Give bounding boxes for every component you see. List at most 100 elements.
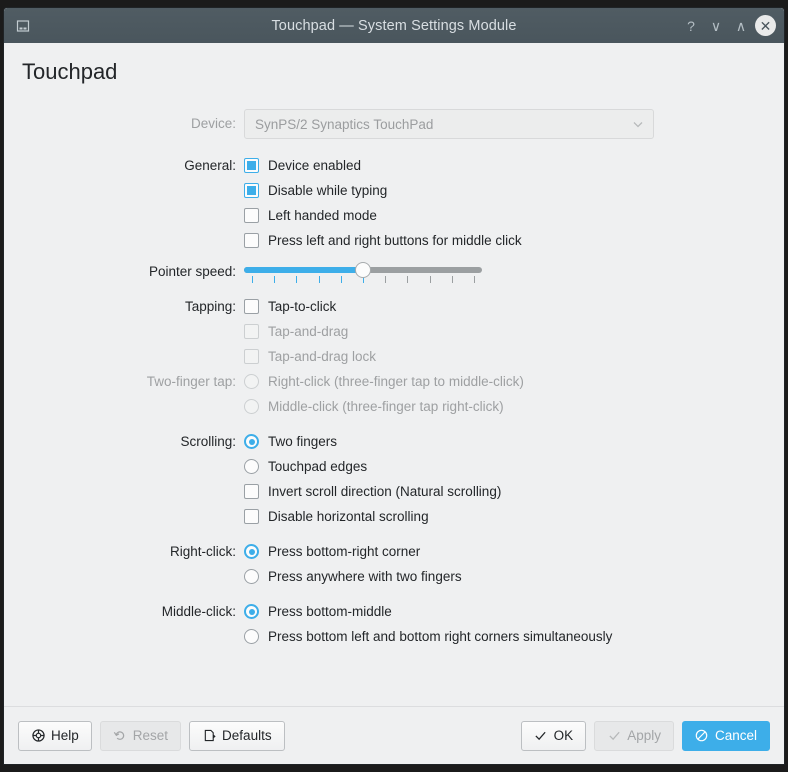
tapping-label: Tapping: (184, 299, 236, 314)
middle-click-row: Middle-click: Press bottom-middle Press … (4, 599, 784, 649)
radio-indicator (244, 459, 259, 474)
option-label: Middle-click (three-finger tap right-cli… (268, 399, 504, 414)
slider-tick (407, 276, 408, 283)
page-title: Touchpad (22, 59, 118, 84)
apply-button-label: Apply (627, 728, 661, 743)
checkbox-disable-while-typing[interactable]: Disable while typing (244, 178, 784, 203)
radio-indicator (244, 374, 259, 389)
pointer-speed-slider[interactable] (244, 262, 482, 284)
checkbox-tap-and-drag-lock: Tap-and-drag lock (244, 344, 784, 369)
checkbox-indicator (244, 349, 259, 364)
radio-middle-click-bottom-middle[interactable]: Press bottom-middle (244, 599, 784, 624)
radio-indicator (244, 569, 259, 584)
option-label: Invert scroll direction (Natural scrolli… (268, 484, 502, 499)
middle-click-label: Middle-click: (161, 604, 236, 619)
right-click-options: Press bottom-right corner Press anywhere… (244, 539, 784, 589)
radio-middle-click-both-corners[interactable]: Press bottom left and bottom right corne… (244, 624, 784, 649)
checkbox-tap-to-click[interactable]: Tap-to-click (244, 294, 784, 319)
ok-button[interactable]: OK (520, 720, 587, 751)
slider-handle[interactable] (355, 262, 371, 278)
radio-indicator (244, 434, 259, 449)
maximize-icon[interactable]: ∧ (730, 15, 752, 37)
checkbox-indicator (244, 233, 259, 248)
scrolling-options: Two fingers Touchpad edges Invert scroll… (244, 429, 784, 529)
touchpad-icon (14, 17, 32, 35)
option-label: Touchpad edges (268, 459, 368, 474)
slider-tick (296, 276, 297, 283)
checkbox-indicator (244, 158, 259, 173)
defaults-button-label: Defaults (222, 728, 272, 743)
option-label: Tap-and-drag (268, 324, 349, 339)
checkbox-tap-and-drag: Tap-and-drag (244, 319, 784, 344)
checkbox-left-handed-mode[interactable]: Left handed mode (244, 203, 784, 228)
defaults-button[interactable]: Defaults (189, 720, 285, 751)
settings-form: Device: SynPS/2 Synaptics TouchPad Gener… (4, 109, 784, 649)
cancel-button-label: Cancel (714, 728, 757, 743)
cancel-button[interactable]: Cancel (681, 720, 770, 751)
lifebuoy-icon (31, 729, 45, 743)
minimize-icon[interactable]: ∨ (705, 15, 727, 37)
general-options: Device enabled Disable while typing Left… (244, 153, 784, 253)
check-icon (607, 729, 621, 743)
general-label: General: (184, 158, 236, 173)
slider-tick (452, 276, 453, 283)
radio-indicator (244, 544, 259, 559)
slider-fill (244, 267, 363, 273)
settings-window: Touchpad — System Settings Module ? ∨ ∧ … (4, 8, 784, 764)
cancel-icon (695, 729, 709, 743)
checkbox-indicator (244, 208, 259, 223)
window-controls: ? ∨ ∧ ✕ (680, 15, 776, 37)
option-label: Disable horizontal scrolling (268, 509, 429, 524)
radio-scroll-two-fingers[interactable]: Two fingers (244, 429, 784, 454)
right-click-row: Right-click: Press bottom-right corner P… (4, 539, 784, 589)
checkbox-invert-scroll-direction[interactable]: Invert scroll direction (Natural scrolli… (244, 479, 784, 504)
device-select[interactable]: SynPS/2 Synaptics TouchPad (244, 109, 654, 139)
pointer-speed-label: Pointer speed: (148, 264, 236, 279)
device-select-value: SynPS/2 Synaptics TouchPad (255, 116, 434, 132)
radio-two-finger-middle-click: Middle-click (three-finger tap right-cli… (244, 394, 784, 419)
general-row: General: Device enabled Disable while ty… (4, 153, 784, 253)
reset-button: Reset (99, 720, 182, 751)
window-title: Touchpad — System Settings Module (271, 17, 517, 34)
radio-indicator (244, 629, 259, 644)
radio-scroll-touchpad-edges[interactable]: Touchpad edges (244, 454, 784, 479)
option-label: Press bottom left and bottom right corne… (268, 629, 613, 644)
option-label: Press left and right buttons for middle … (268, 233, 522, 248)
pointer-speed-row: Pointer speed: (4, 262, 784, 284)
scrolling-label: Scrolling: (180, 434, 236, 449)
undo-icon (113, 729, 127, 743)
option-label: Disable while typing (268, 183, 388, 198)
two-finger-tap-label: Two-finger tap: (146, 374, 236, 389)
checkbox-middle-click-emulation[interactable]: Press left and right buttons for middle … (244, 228, 784, 253)
checkbox-device-enabled[interactable]: Device enabled (244, 153, 784, 178)
middle-click-options: Press bottom-middle Press bottom left an… (244, 599, 784, 649)
slider-tick (474, 276, 475, 283)
checkbox-indicator (244, 299, 259, 314)
slider-tick (319, 276, 320, 283)
radio-right-click-two-fingers[interactable]: Press anywhere with two fingers (244, 564, 784, 589)
device-row: Device: SynPS/2 Synaptics TouchPad (4, 109, 784, 139)
tapping-options: Tap-to-click Tap-and-drag Tap-and-drag l… (244, 294, 784, 369)
option-label: Press bottom-middle (268, 604, 392, 619)
window-titlebar: Touchpad — System Settings Module ? ∨ ∧ … (4, 8, 784, 43)
chevron-down-icon (631, 117, 645, 131)
help-window-button[interactable]: ? (680, 15, 702, 37)
checkbox-indicator (244, 183, 259, 198)
radio-indicator (244, 604, 259, 619)
close-icon[interactable]: ✕ (755, 15, 776, 36)
help-button-label: Help (51, 728, 79, 743)
dialog-button-bar: Help Reset Defaults OK Apply Cancel (4, 707, 784, 764)
option-label: Left handed mode (268, 208, 377, 223)
radio-right-click-bottom-right[interactable]: Press bottom-right corner (244, 539, 784, 564)
document-revert-icon (202, 729, 216, 743)
checkbox-disable-horizontal-scrolling[interactable]: Disable horizontal scrolling (244, 504, 784, 529)
option-label: Press anywhere with two fingers (268, 569, 462, 584)
scrolling-row: Scrolling: Two fingers Touchpad edges In… (4, 429, 784, 529)
help-button[interactable]: Help (18, 720, 92, 751)
two-finger-tap-options: Right-click (three-finger tap to middle-… (244, 369, 784, 419)
option-label: Tap-and-drag lock (268, 349, 377, 364)
checkbox-indicator (244, 324, 259, 339)
